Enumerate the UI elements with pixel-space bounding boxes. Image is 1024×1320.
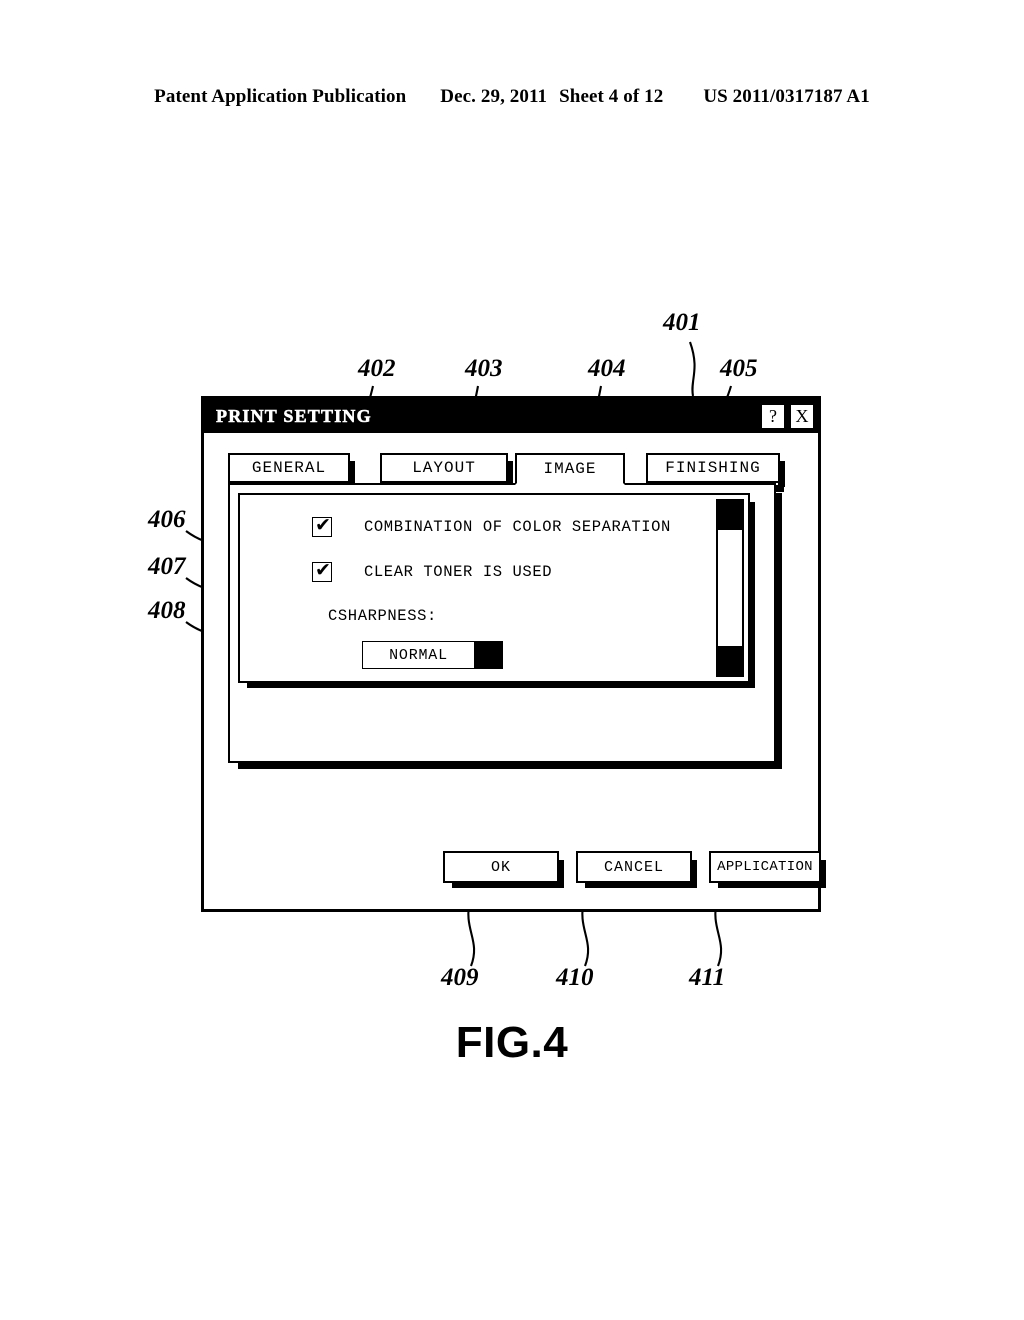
tab-content-panel: ✔ COMBINATION OF COLOR SEPARATION ✔ CLEA… <box>228 483 782 769</box>
publication-label: Patent Application Publication <box>154 86 407 107</box>
leader-line-401 <box>689 341 696 397</box>
checkbox-label-clear-toner: CLEAR TONER IS USED <box>364 563 553 581</box>
callout-number-405: 405 <box>719 355 758 382</box>
checkbox-combination-of-color-separation[interactable]: ✔ <box>312 514 332 537</box>
tab-general[interactable]: GENERAL <box>228 453 355 492</box>
image-settings-form: ✔ COMBINATION OF COLOR SEPARATION ✔ CLEA… <box>240 495 708 681</box>
callout-number-403: 403 <box>464 355 503 382</box>
checkbox-clear-toner-is-used[interactable]: ✔ <box>312 559 332 582</box>
sharpness-dropdown[interactable]: NORMAL <box>362 641 503 669</box>
vertical-scrollbar[interactable] <box>716 499 744 677</box>
callout-number-407: 407 <box>147 553 187 580</box>
callout-number-409: 409 <box>440 964 479 991</box>
patent-page-header: Patent Application Publication Dec. 29, … <box>0 86 1024 116</box>
checkbox-label-combination: COMBINATION OF COLOR SEPARATION <box>364 518 671 536</box>
callout-number-410: 410 <box>555 964 594 991</box>
sheet-number: Sheet 4 of 12 <box>559 86 664 107</box>
sharpness-label: CSHARPNESS: <box>328 607 437 625</box>
cancel-button[interactable]: CANCEL <box>576 851 697 888</box>
close-icon[interactable]: X <box>790 403 814 429</box>
tab-strip: GENERAL LAYOUT IMAGE FINISHING <box>228 453 800 492</box>
application-button[interactable]: APPLICATION <box>709 851 826 888</box>
ok-button[interactable]: OK <box>443 851 564 888</box>
dialog-body: GENERAL LAYOUT IMAGE FINISHING ✔ COMBINA… <box>204 433 826 909</box>
dialog-action-buttons: OK CANCEL APPLICATION <box>443 851 826 888</box>
dialog-title: PRINT SETTING <box>216 405 372 426</box>
sharpness-selected-value: NORMAL <box>389 646 448 664</box>
callout-number-411: 411 <box>688 964 725 991</box>
publication-date: Dec. 29, 2011 <box>440 86 548 107</box>
scrollbar-track[interactable] <box>717 528 743 648</box>
dialog-titlebar[interactable]: PRINT SETTING ? X <box>204 399 818 433</box>
callout-number-402: 402 <box>357 355 396 382</box>
check-icon: ✔ <box>315 514 331 536</box>
callout-number-406: 406 <box>147 506 186 533</box>
patent-number: US 2011/0317187 A1 <box>703 86 870 107</box>
figure-caption: FIG.4 <box>455 1018 569 1067</box>
scroll-up-arrow-icon[interactable] <box>717 500 743 528</box>
setting-row-combination[interactable]: ✔ COMBINATION OF COLOR SEPARATION <box>312 514 671 537</box>
help-button[interactable]: ? <box>761 403 785 429</box>
tab-image[interactable]: IMAGE <box>515 453 625 485</box>
print-setting-dialog: PRINT SETTING ? X GENERAL LAYOUT IMAGE F… <box>201 396 826 912</box>
tab-layout[interactable]: LAYOUT <box>380 453 513 492</box>
setting-row-clear-toner[interactable]: ✔ CLEAR TONER IS USED <box>312 559 553 582</box>
tab-finishing[interactable]: FINISHING <box>646 453 785 492</box>
callout-number-404: 404 <box>587 355 626 382</box>
callout-number-408: 408 <box>147 597 186 624</box>
scroll-down-arrow-icon[interactable] <box>717 648 743 676</box>
check-icon: ✔ <box>315 559 331 581</box>
settings-scroll-panel: ✔ COMBINATION OF COLOR SEPARATION ✔ CLEA… <box>238 493 755 688</box>
callout-number-401: 401 <box>662 309 701 336</box>
scrollbar-thumb[interactable] <box>717 529 743 647</box>
chevron-down-icon[interactable] <box>474 642 502 668</box>
